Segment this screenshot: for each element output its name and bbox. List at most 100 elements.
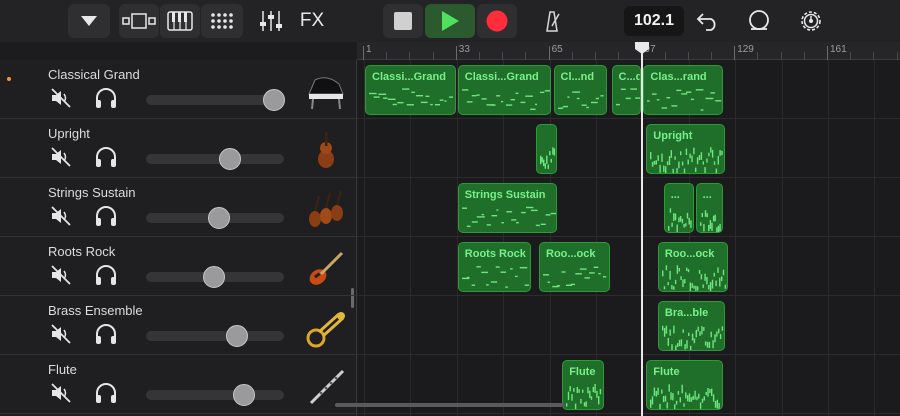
region-label: Classi...Grand: [372, 71, 446, 83]
arrangement-area[interactable]: Classi...Grand Classi...Grand Cl...nd C...d…: [357, 60, 900, 416]
playhead-handle[interactable]: [635, 42, 650, 54]
ruler-tick: [548, 46, 550, 60]
stop-button[interactable]: [383, 4, 423, 38]
headphones-icon: [96, 88, 116, 108]
volume-slider[interactable]: [146, 325, 284, 347]
track-header[interactable]: Strings Sustain: [0, 178, 357, 237]
volume-knob[interactable]: [202, 266, 225, 288]
upright-bass-icon[interactable]: [305, 131, 347, 171]
midi-region[interactable]: Bra...ble: [657, 301, 726, 351]
mute-button[interactable]: [48, 86, 74, 110]
midi-region[interactable]: Cl...nd: [553, 65, 607, 115]
volume-knob[interactable]: [226, 325, 249, 347]
tempo-display[interactable]: 102.1: [624, 6, 684, 36]
midi-region[interactable]: Flute: [646, 360, 723, 410]
midi-region[interactable]: [536, 124, 558, 174]
gear-icon: [801, 11, 821, 31]
volume-knob[interactable]: [219, 148, 242, 170]
ruler-tick: [571, 52, 573, 60]
volume-slider[interactable]: [146, 207, 284, 229]
speaker-mute-icon: [51, 88, 71, 108]
browser-dropdown-button[interactable]: [68, 4, 110, 38]
midi-region[interactable]: Roo...ock: [539, 242, 610, 292]
tracks-view-button[interactable]: [119, 4, 159, 38]
solo-button[interactable]: [93, 381, 119, 405]
horizontal-scroll-indicator[interactable]: [335, 403, 565, 407]
midi-region[interactable]: ...: [695, 183, 723, 233]
region-label: ...: [670, 189, 680, 201]
loop-browser-button[interactable]: [741, 4, 777, 38]
solo-button[interactable]: [93, 263, 119, 287]
flute-icon[interactable]: [305, 367, 347, 407]
track-lane[interactable]: [357, 119, 900, 178]
headphones-icon: [96, 265, 116, 285]
fx-label: FX: [299, 10, 325, 31]
mute-button[interactable]: [48, 381, 74, 405]
track-header[interactable]: Roots Rock: [0, 237, 357, 296]
fx-button[interactable]: FX: [292, 4, 332, 38]
ruler-tick: [850, 52, 852, 60]
mute-button[interactable]: [48, 145, 74, 169]
play-button[interactable]: [425, 4, 475, 38]
region-notes: [540, 147, 556, 169]
midi-region[interactable]: Classi...Grand: [457, 65, 552, 115]
keyboard-button[interactable]: [160, 4, 200, 38]
solo-button[interactable]: [93, 86, 119, 110]
playhead[interactable]: [641, 42, 644, 416]
midi-region[interactable]: ...: [663, 183, 694, 233]
mute-button[interactable]: [48, 263, 74, 287]
timeline-ruler[interactable]: 1 33 65 97 129 161: [357, 42, 900, 60]
drum-pads-button[interactable]: [201, 4, 243, 38]
mixer-sliders-icon: [260, 11, 282, 31]
settings-button[interactable]: [793, 4, 829, 38]
track-lane[interactable]: [357, 237, 900, 296]
midi-region[interactable]: Flute: [562, 360, 604, 410]
strings-icon[interactable]: [305, 190, 347, 230]
midi-region[interactable]: Roots Rock: [457, 242, 532, 292]
track-header[interactable]: Upright: [0, 119, 357, 178]
volume-slider[interactable]: [146, 89, 286, 111]
midi-region[interactable]: Strings Sustain: [457, 183, 558, 233]
track-lane[interactable]: [357, 296, 900, 355]
undo-button[interactable]: [690, 4, 726, 38]
volume-slider[interactable]: [146, 266, 284, 288]
volume-slider[interactable]: [146, 148, 284, 170]
volume-knob[interactable]: [232, 384, 255, 406]
ruler-tick: [803, 52, 805, 60]
metronome-icon: [546, 11, 560, 32]
brass-icon[interactable]: [305, 308, 347, 348]
ruler-tick: [618, 52, 620, 60]
track-lane[interactable]: [357, 178, 900, 237]
ruler-tick: [757, 52, 759, 60]
solo-button[interactable]: [93, 204, 119, 228]
midi-region[interactable]: Clas...rand: [643, 65, 723, 115]
mixer-button[interactable]: [252, 4, 290, 38]
ruler-bar-number: 33: [458, 44, 470, 55]
track-header[interactable]: Classical Grand: [0, 60, 357, 119]
record-button[interactable]: [477, 4, 517, 38]
volume-knob[interactable]: [263, 89, 286, 111]
volume-knob[interactable]: [208, 207, 231, 229]
solo-button[interactable]: [93, 322, 119, 346]
ruler-tick: [664, 52, 666, 60]
ruler-tick: [873, 52, 875, 60]
electric-guitar-icon[interactable]: [305, 249, 347, 289]
track-header[interactable]: Brass Ensemble: [0, 296, 357, 355]
ruler-tick: [827, 46, 828, 60]
headphones-icon: [96, 206, 116, 226]
mute-button[interactable]: [48, 204, 74, 228]
midi-region[interactable]: Upright: [646, 124, 726, 174]
track-header[interactable]: Flute: [0, 355, 357, 414]
region-label: Cl...nd: [560, 71, 595, 83]
piano-icon[interactable]: [305, 72, 347, 112]
ruler-tick: [896, 52, 898, 60]
track-name: Upright: [48, 126, 90, 141]
midi-region[interactable]: Classi...Grand: [365, 65, 456, 115]
midi-region[interactable]: Roo...ock: [657, 242, 729, 292]
midi-region[interactable]: C...d: [611, 65, 642, 115]
volume-slider[interactable]: [146, 384, 284, 406]
mute-button[interactable]: [48, 322, 74, 346]
region-label: Clas...rand: [650, 71, 707, 83]
metronome-button[interactable]: [534, 4, 570, 38]
solo-button[interactable]: [93, 145, 119, 169]
